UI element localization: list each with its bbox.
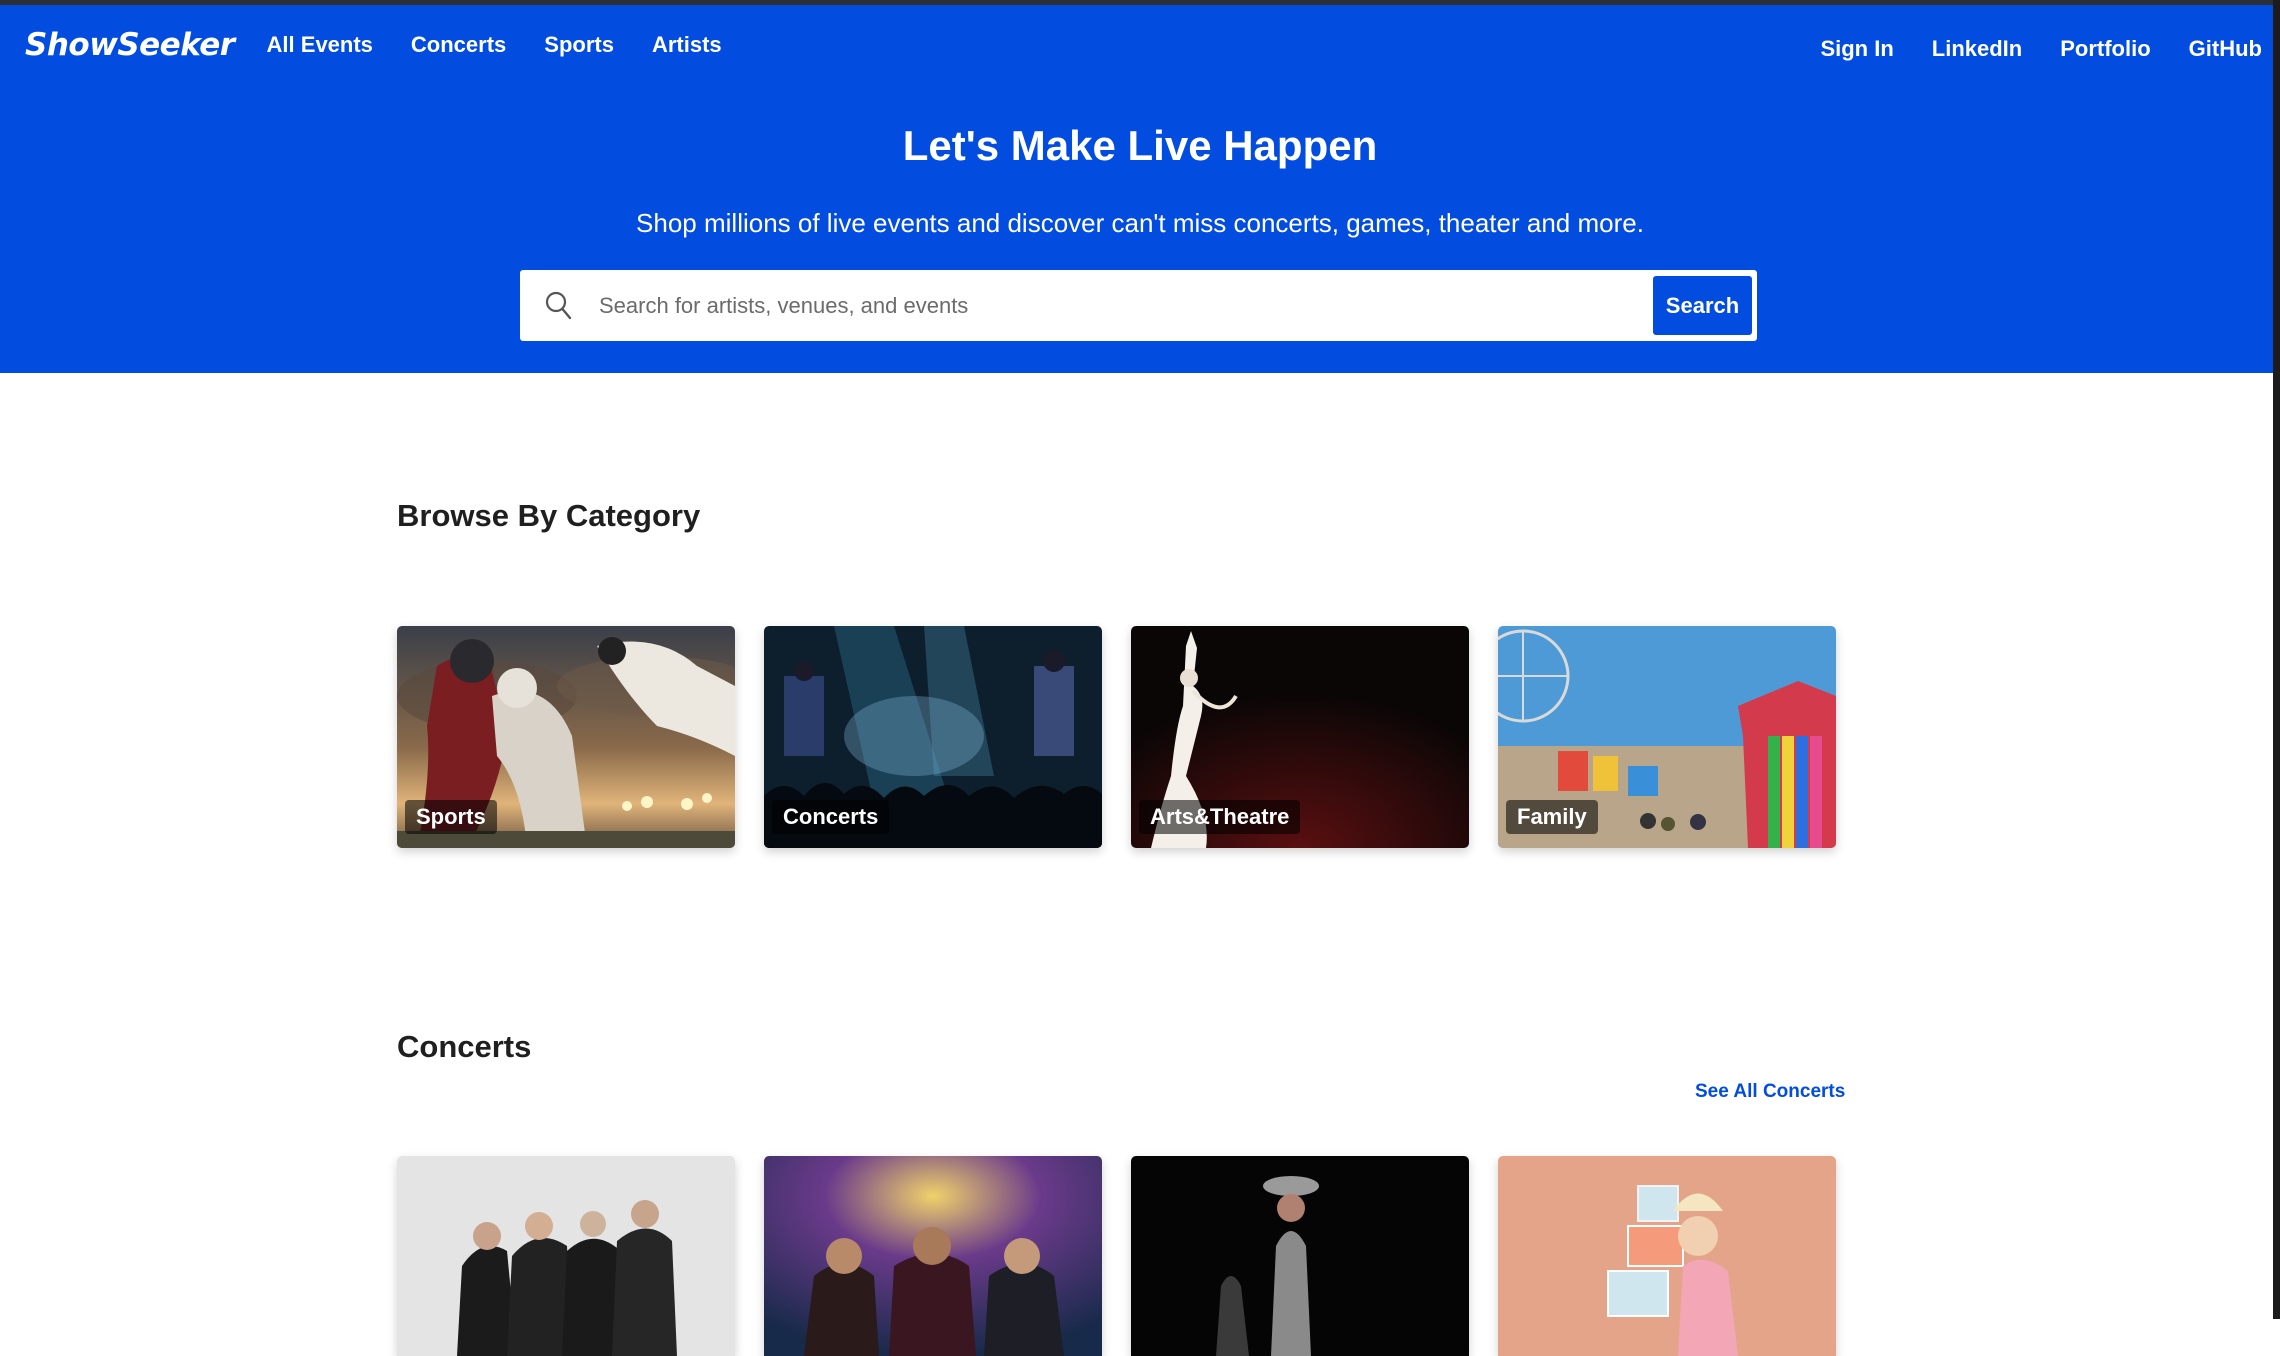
- concert-card[interactable]: [397, 1156, 735, 1356]
- brand-logo[interactable]: ShowSeeker: [25, 27, 235, 63]
- nav-artists[interactable]: Artists: [652, 32, 722, 58]
- concert-card[interactable]: [1131, 1156, 1469, 1356]
- category-label-arts-theatre: Arts&Theatre: [1139, 800, 1301, 834]
- nav-concerts[interactable]: Concerts: [411, 32, 506, 58]
- category-card-family[interactable]: Family: [1498, 626, 1836, 848]
- nav-linkedin[interactable]: LinkedIn: [1932, 36, 2022, 62]
- concerts-section-title: Concerts: [397, 1029, 532, 1064]
- see-all-concerts-link[interactable]: See All Concerts: [1695, 1081, 1845, 1103]
- browse-section-title: Browse By Category: [397, 498, 701, 533]
- concert-image-band: [397, 1156, 735, 1356]
- category-label-sports: Sports: [405, 800, 497, 834]
- concert-card[interactable]: [764, 1156, 1102, 1356]
- account-nav: Sign In LinkedIn Portfolio GitHub: [1782, 36, 2262, 62]
- search-button[interactable]: Search: [1653, 276, 1752, 335]
- category-card-concerts[interactable]: Concerts: [764, 626, 1102, 848]
- nav-portfolio[interactable]: Portfolio: [2060, 36, 2150, 62]
- concerts-grid: [397, 1156, 1836, 1356]
- nav-all-events[interactable]: All Events: [267, 32, 373, 58]
- nav-github[interactable]: GitHub: [2189, 36, 2262, 62]
- concert-image-gifts: [1498, 1156, 1836, 1356]
- window-right-border: [2273, 0, 2280, 1319]
- main-nav: ShowSeeker All Events Concerts Sports Ar…: [25, 27, 760, 63]
- nav-sign-in[interactable]: Sign In: [1820, 36, 1893, 62]
- nav-sports[interactable]: Sports: [544, 32, 614, 58]
- hero-header: ShowSeeker All Events Concerts Sports Ar…: [0, 5, 2280, 373]
- category-label-family: Family: [1506, 800, 1598, 834]
- concert-image-rider: [1131, 1156, 1469, 1356]
- concert-card[interactable]: [1498, 1156, 1836, 1356]
- search-input[interactable]: [589, 274, 1653, 337]
- search-icon: [529, 273, 589, 338]
- search-bar: Search: [520, 270, 1757, 341]
- category-grid: Sports Concerts Arts&Theatre Family: [397, 626, 1836, 848]
- hero-subtitle: Shop millions of live events and discove…: [636, 208, 1644, 238]
- hero-title: Let's Make Live Happen: [902, 122, 1378, 169]
- concert-image-trio: [764, 1156, 1102, 1356]
- category-card-arts-theatre[interactable]: Arts&Theatre: [1131, 626, 1469, 848]
- category-label-concerts: Concerts: [772, 800, 890, 834]
- category-card-sports[interactable]: Sports: [397, 626, 735, 848]
